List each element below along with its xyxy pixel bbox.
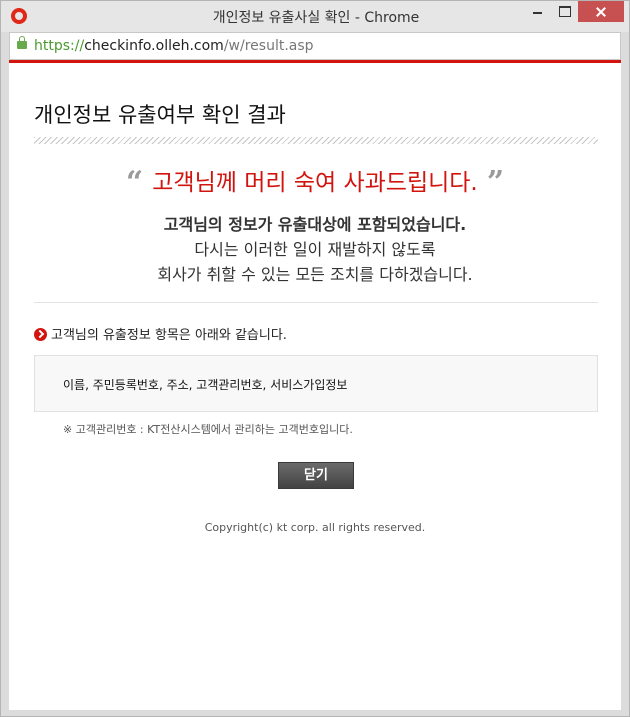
hatched-divider	[34, 137, 598, 144]
message-line-3: 회사가 취할 수 있는 모든 조치를 다하겠습니다.	[157, 265, 473, 284]
open-quote-icon: “	[125, 165, 144, 200]
message-line-2: 다시는 이러한 일이 재발하지 않도록	[194, 240, 436, 259]
items-heading-text: 고객님의 유출정보 항목은 아래와 같습니다.	[51, 328, 287, 343]
page-content: 개인정보 유출여부 확인 결과 “ 고객님께 머리 숙여 사과드립니다. ” 고…	[9, 60, 621, 710]
url-host: checkinfo.olleh.com	[84, 38, 224, 54]
copyright: Copyright(c) kt corp. all rights reserve…	[204, 521, 426, 534]
lock-icon	[17, 36, 27, 49]
apology-heading: “ 고객님께 머리 숙여 사과드립니다. ”	[9, 163, 621, 200]
maximize-button[interactable]	[551, 1, 578, 22]
section-divider	[34, 302, 598, 303]
address-bar[interactable]: https://checkinfo.olleh.com/w/result.asp	[9, 32, 621, 60]
url-path: /w/result.asp	[223, 38, 314, 54]
minimize-button[interactable]	[524, 1, 551, 22]
leaked-items-value: 이름, 주민등록번호, 주소, 고객관리번호, 서비스가입정보	[63, 378, 348, 392]
window-close-button[interactable]	[578, 1, 624, 22]
page-title: 개인정보 유출여부 확인 결과	[34, 103, 286, 127]
browser-window: 개인정보 유출사실 확인 - Chrome https://checkinfo.…	[0, 0, 630, 717]
url-scheme: https://	[34, 38, 85, 54]
message-line-1: 고객님의 정보가 유출대상에 포함되었습니다.	[163, 215, 467, 234]
chevron-right-icon	[34, 328, 47, 341]
items-heading: 고객님의 유출정보 항목은 아래와 같습니다.	[34, 324, 287, 343]
apology-text: 고객님께 머리 숙여 사과드립니다.	[152, 170, 478, 196]
url-text[interactable]: https://checkinfo.olleh.com/w/result.asp	[34, 38, 314, 54]
leaked-items-box: 이름, 주민등록번호, 주소, 고객관리번호, 서비스가입정보	[34, 355, 598, 412]
title-bar[interactable]: 개인정보 유출사실 확인 - Chrome	[1, 1, 629, 32]
close-button[interactable]: 닫기	[278, 462, 354, 489]
close-quote-icon: ”	[486, 165, 505, 200]
customer-number-note: ※ 고객관리번호 : KT전산시스템에서 관리하는 고객번호입니다.	[63, 423, 353, 436]
